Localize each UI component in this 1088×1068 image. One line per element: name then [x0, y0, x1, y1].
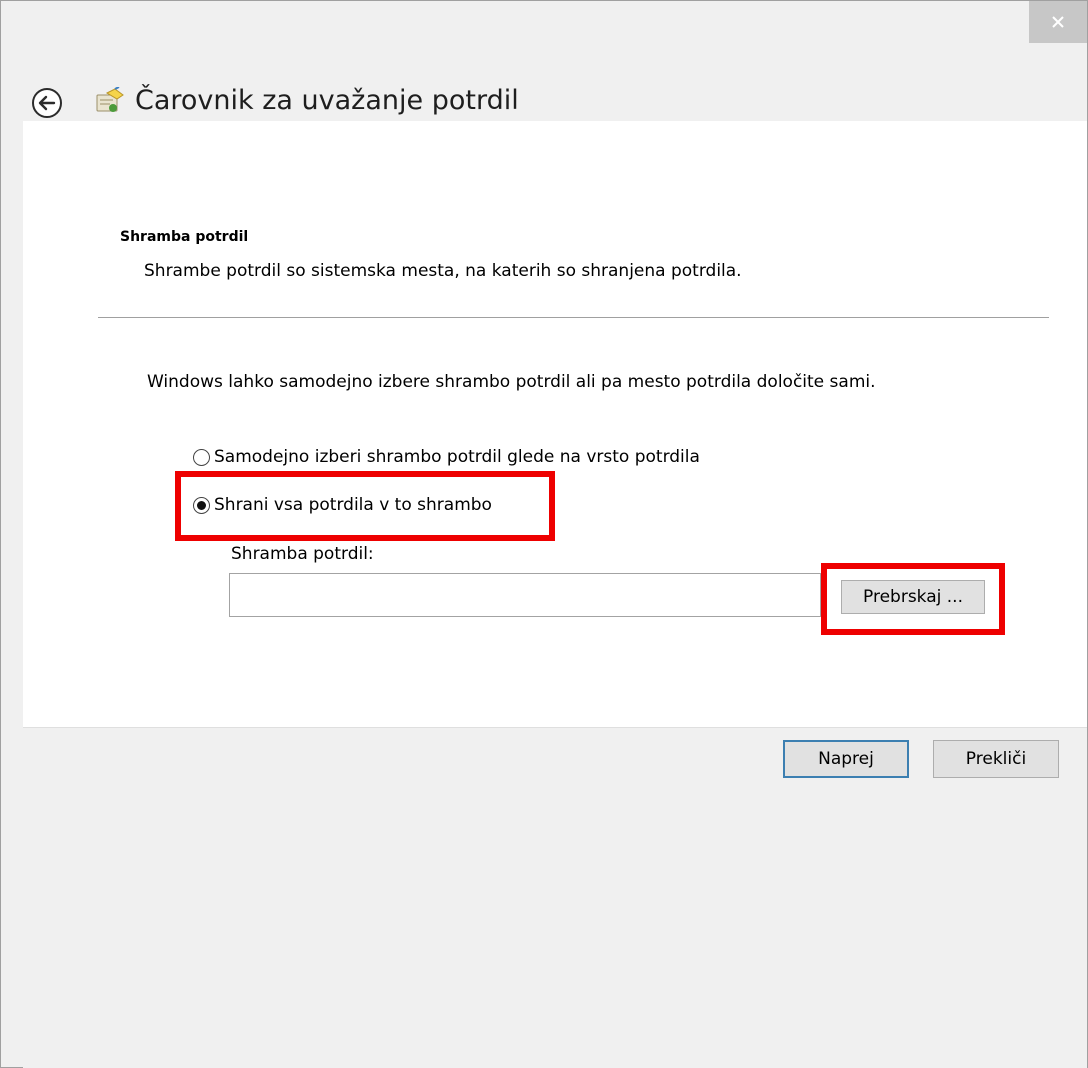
wizard-header: Čarovnik za uvažanje potrdil — [1, 43, 1087, 121]
certificate-store-input[interactable] — [229, 573, 821, 617]
highlight-box-radio — [175, 471, 555, 541]
radio-option-automatic[interactable]: Samodejno izberi shrambo potrdil glede n… — [193, 447, 700, 467]
radio-option-label: Samodejno izberi shrambo potrdil glede n… — [214, 447, 700, 467]
cancel-button[interactable]: Prekliči — [933, 740, 1059, 778]
back-arrow-icon[interactable] — [31, 87, 63, 119]
close-icon — [1052, 16, 1064, 28]
radio-button-unchecked[interactable] — [193, 448, 210, 466]
close-button[interactable] — [1029, 1, 1087, 43]
next-button[interactable]: Naprej — [783, 740, 909, 778]
store-field-label: Shramba potrdil: — [231, 544, 374, 564]
wizard-window: Čarovnik za uvažanje potrdil Shramba pot… — [0, 0, 1088, 1068]
highlight-box-browse — [821, 563, 1005, 635]
wizard-title: Čarovnik za uvažanje potrdil — [135, 85, 519, 116]
intro-text: Windows lahko samodejno izbere shrambo p… — [147, 372, 876, 392]
section-heading: Shramba potrdil — [120, 229, 249, 245]
wizard-content: Shramba potrdil Shrambe potrdil so siste… — [23, 121, 1087, 727]
wizard-footer: Naprej Prekliči — [23, 727, 1087, 1068]
divider — [98, 317, 1049, 318]
certificate-wizard-icon — [96, 87, 124, 112]
section-description: Shrambe potrdil so sistemska mesta, na k… — [144, 261, 742, 281]
